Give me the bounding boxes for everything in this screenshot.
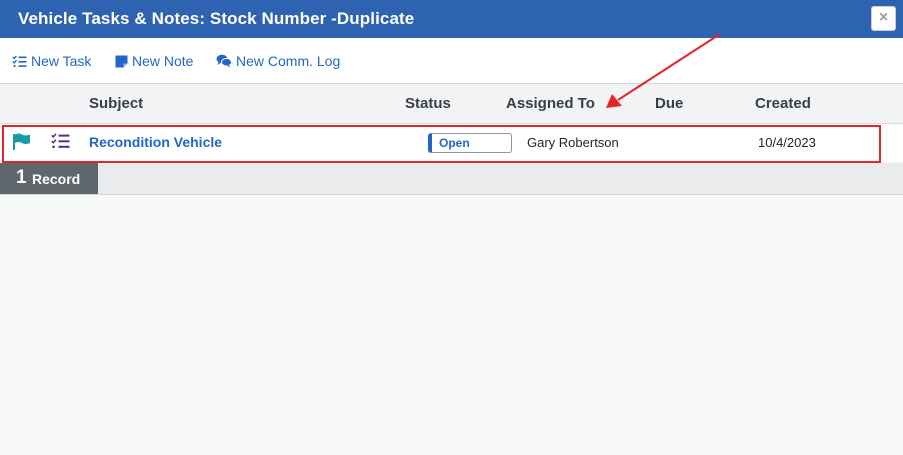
- annotation-arrow: [606, 33, 721, 108]
- vehicle-tasks-dialog: Vehicle Tasks & Notes: Stock Number -Dup…: [0, 0, 903, 455]
